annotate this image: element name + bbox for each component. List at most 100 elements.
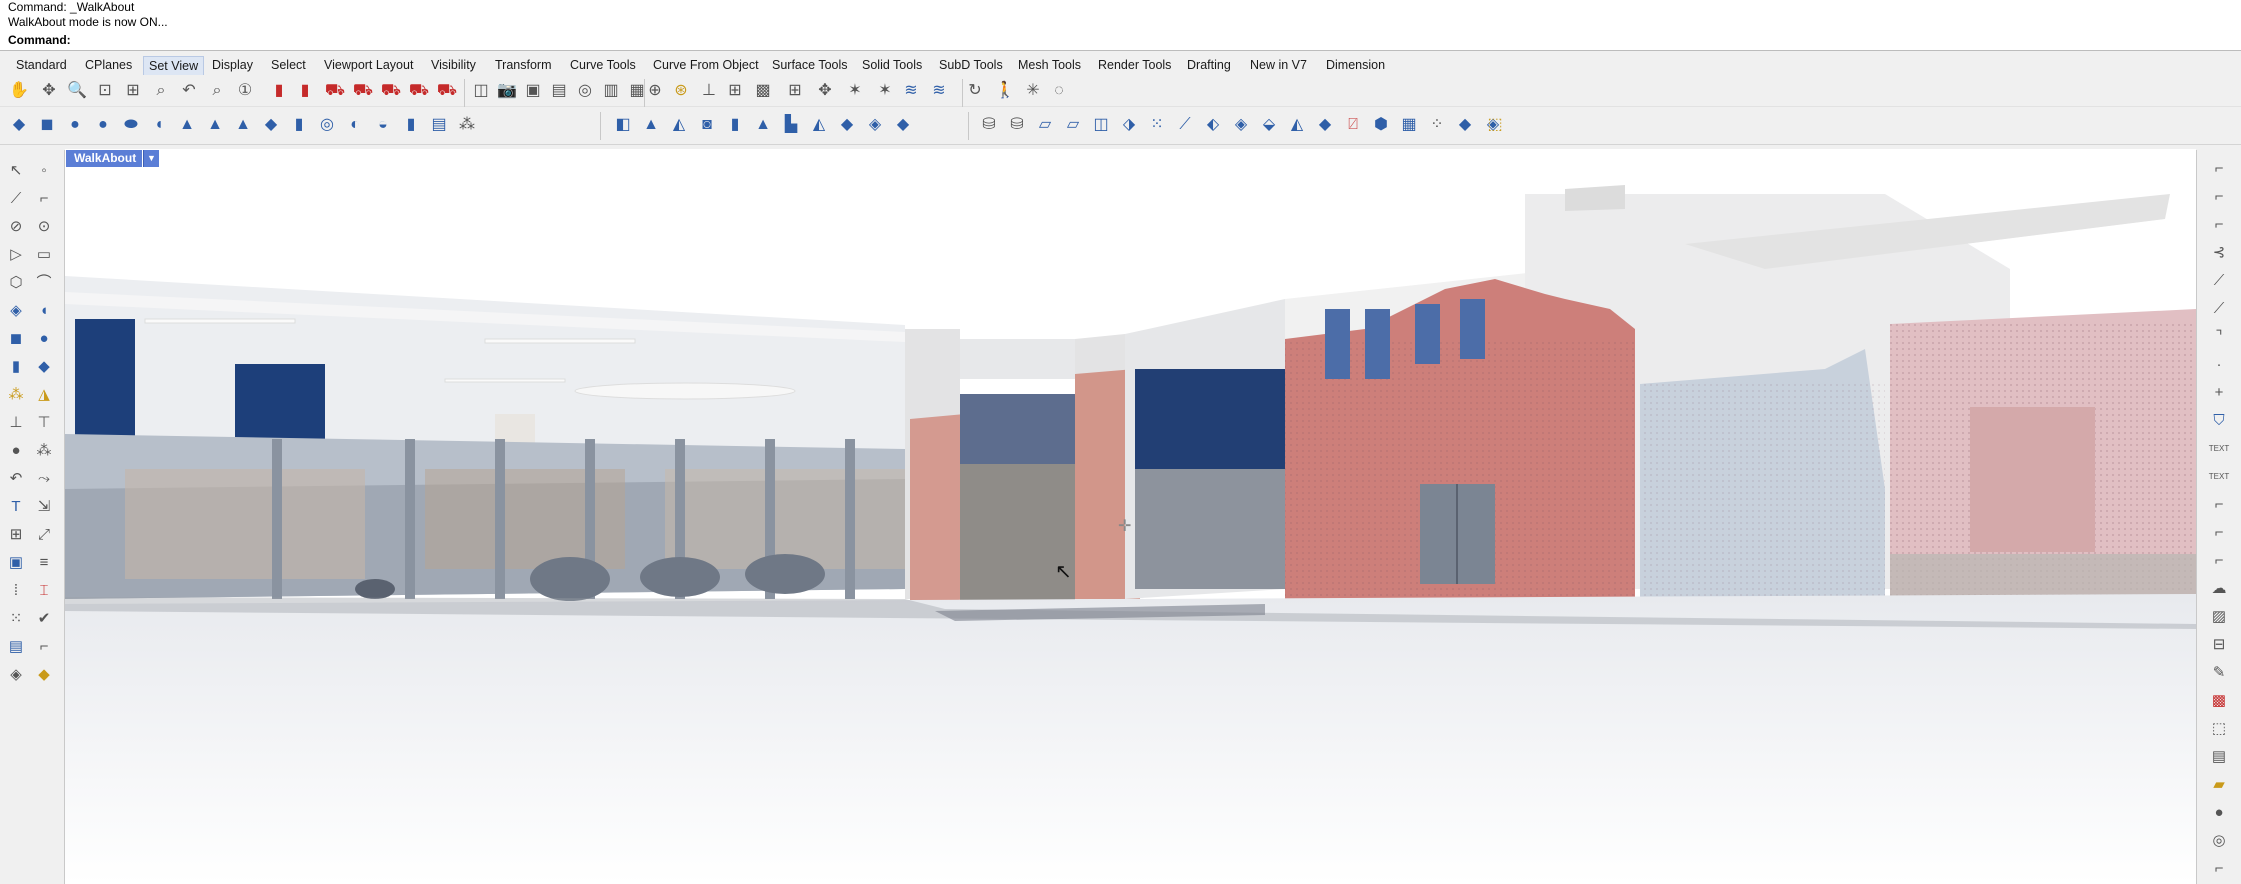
tab-subd-tools[interactable]: SubD Tools — [934, 56, 1008, 74]
tab-new-in-v7[interactable]: New in V7 — [1245, 56, 1312, 74]
mesh-box-icon[interactable]: ▱ — [1062, 114, 1084, 136]
tab-select[interactable]: Select — [266, 56, 311, 74]
pipe-icon[interactable]: ⁂ — [4, 382, 28, 406]
mesh-grid-icon[interactable]: ▦ — [1398, 114, 1420, 136]
mesh-patch-icon[interactable]: ◐ — [344, 114, 366, 136]
twist-icon[interactable]: ↻ — [964, 80, 986, 102]
dim-corner-icon[interactable]: ⌐ — [2207, 184, 2231, 208]
named-view-icon[interactable]: 📷 — [496, 80, 518, 102]
extend-icon[interactable]: ⊥ — [4, 410, 28, 434]
set-camera-icon[interactable]: ▤ — [548, 80, 570, 102]
mesh-tube-icon[interactable]: ▮ — [400, 114, 422, 136]
zoom-extents-icon[interactable]: ⊞ — [122, 80, 144, 102]
distance-icon[interactable]: ⁞ — [4, 578, 28, 602]
extrude-icon[interactable]: ≡ — [32, 550, 56, 574]
mesh-cloud-icon[interactable]: ◈ — [864, 114, 886, 136]
mesh-cylinder-icon[interactable]: ▮ — [288, 114, 310, 136]
tab-cplanes[interactable]: CPlanes — [80, 56, 137, 74]
rotate-camera-icon[interactable]: ✥ — [814, 80, 836, 102]
roll-icon[interactable]: ≋ — [900, 80, 922, 102]
shape-icon[interactable]: ◆ — [32, 662, 56, 686]
text-icon[interactable]: T — [4, 494, 28, 518]
sphere-icon[interactable]: ⊕ — [644, 80, 666, 102]
mesh-pipe-icon[interactable]: ◒ — [372, 114, 394, 136]
mesh-ellipsoid-icon[interactable]: ⬬ — [120, 114, 142, 136]
mesh-box-icon[interactable]: ◆ — [8, 114, 30, 136]
hatch-icon[interactable]: ▨ — [2207, 604, 2231, 628]
undo-view-icon[interactable]: ↶ — [178, 80, 200, 102]
mesh-mirror-icon[interactable]: ⬢ — [1370, 114, 1392, 136]
mesh-cylinder-icon[interactable]: ◼ — [36, 114, 58, 136]
ball-icon[interactable]: ● — [2207, 800, 2231, 824]
boolean-icon[interactable]: ● — [4, 438, 28, 462]
bend-icon[interactable]: ◈ — [4, 662, 28, 686]
edit-icon[interactable]: ⌐ — [32, 634, 56, 658]
dim-end-icon[interactable]: ⌐ — [2207, 856, 2231, 880]
shell-icon[interactable]: ⁂ — [32, 438, 56, 462]
mesh-repair-icon[interactable]: ⁙ — [1146, 114, 1168, 136]
viewport-tab[interactable]: WalkAbout — [66, 150, 143, 167]
mesh-points-icon[interactable]: ⬗ — [1118, 114, 1140, 136]
plus-icon[interactable]: + — [2207, 380, 2231, 404]
select-arrow-icon[interactable]: ↖ — [4, 158, 28, 182]
mesh-box-icon[interactable]: ◆ — [1454, 114, 1476, 136]
circle-icon[interactable]: ⊘ — [4, 214, 28, 238]
mesh-points-icon[interactable]: ⁘ — [1426, 114, 1448, 136]
camera-red-icon[interactable]: ▮ — [268, 80, 290, 102]
mesh-plane-icon[interactable]: ⛁ — [1006, 114, 1028, 136]
mesh-face-icon[interactable]: ◧ — [612, 114, 634, 136]
dimension-icon[interactable]: ⌶ — [32, 578, 56, 602]
leader-icon[interactable]: ⌐ — [2207, 492, 2231, 516]
dim-diameter-icon[interactable]: ⟋ — [2207, 268, 2231, 292]
target-yellow-icon[interactable]: ⊛ — [670, 80, 692, 102]
car-icon[interactable]: ⛟ — [436, 80, 458, 102]
pan-icon[interactable]: ✋ — [8, 80, 30, 102]
tab-transform[interactable]: Transform — [490, 56, 557, 74]
triangle-icon[interactable]: ▷ — [4, 242, 28, 266]
edit-dim-icon[interactable]: ✎ — [2207, 660, 2231, 684]
mesh-cylinder-icon[interactable]: ▙ — [780, 114, 802, 136]
mesh-slab-icon[interactable]: ◭ — [808, 114, 830, 136]
point-icon[interactable]: ◦ — [32, 158, 56, 182]
named-view-icon[interactable]: ▣ — [522, 80, 544, 102]
zoom-1-to-1-icon[interactable]: ① — [234, 80, 256, 102]
parallel-view-icon[interactable]: ▩ — [752, 80, 774, 102]
camera-dark-red-icon[interactable]: ▮ — [294, 80, 316, 102]
place-camera-icon[interactable]: ⊥ — [698, 80, 720, 102]
mesh-rounded-icon[interactable]: ◙ — [696, 114, 718, 136]
section-icon[interactable]: ⊟ — [2207, 632, 2231, 656]
mirror-icon[interactable]: ⇲ — [32, 494, 56, 518]
circle-icon[interactable]: ◌ — [1048, 80, 1070, 102]
zoom-selected-icon[interactable]: ⌕ — [150, 80, 172, 102]
mesh-cone-icon[interactable]: ▲ — [176, 114, 198, 136]
point-cloud-scene[interactable] — [65, 149, 2196, 884]
mesh-shell-icon[interactable]: ⬚ — [1484, 114, 1506, 136]
mesh-plane-icon[interactable]: ◆ — [260, 114, 282, 136]
mesh-curve-icon[interactable]: ◆ — [1314, 114, 1336, 136]
orbit-icon[interactable]: ≋ — [928, 80, 950, 102]
mesh-pyramid-icon[interactable]: ◭ — [668, 114, 690, 136]
rotate-icon[interactable]: ↶ — [4, 466, 28, 490]
point-cloud-icon[interactable]: ✔ — [32, 606, 56, 630]
dim-arc-icon[interactable]: ⟋ — [2207, 296, 2231, 320]
car-icon[interactable]: ⛟ — [408, 80, 430, 102]
mesh-sphere-icon[interactable]: ● — [92, 114, 114, 136]
match-view-icon[interactable]: ◎ — [574, 80, 596, 102]
car-icon[interactable]: ⛟ — [324, 80, 346, 102]
tab-curve-tools[interactable]: Curve Tools — [565, 56, 641, 74]
dim-extend-icon[interactable]: ⌝ — [2207, 324, 2231, 348]
leader-icon[interactable]: ⌐ — [2207, 520, 2231, 544]
transform-icon[interactable]: ◈ — [4, 298, 28, 322]
mesh-cone-face-icon[interactable]: ▲ — [640, 114, 662, 136]
mesh-grid-icon[interactable]: ◭ — [1286, 114, 1308, 136]
rotate-view-icon[interactable]: ✥ — [38, 80, 60, 102]
sphere-icon[interactable]: ● — [32, 326, 56, 350]
swivel-icon[interactable]: ✶ — [874, 80, 896, 102]
mesh-network-icon[interactable]: ⁂ — [456, 114, 478, 136]
mesh-tube-icon[interactable]: ▮ — [724, 114, 746, 136]
mesh-layers-icon[interactable]: ▤ — [428, 114, 450, 136]
shield-icon[interactable]: ⛉ — [2207, 408, 2231, 432]
mesh-curve-icon[interactable]: ⍁ — [1342, 114, 1364, 136]
tab-dimension[interactable]: Dimension — [1321, 56, 1390, 74]
dim-radius-icon[interactable]: ⊰ — [2207, 240, 2231, 264]
